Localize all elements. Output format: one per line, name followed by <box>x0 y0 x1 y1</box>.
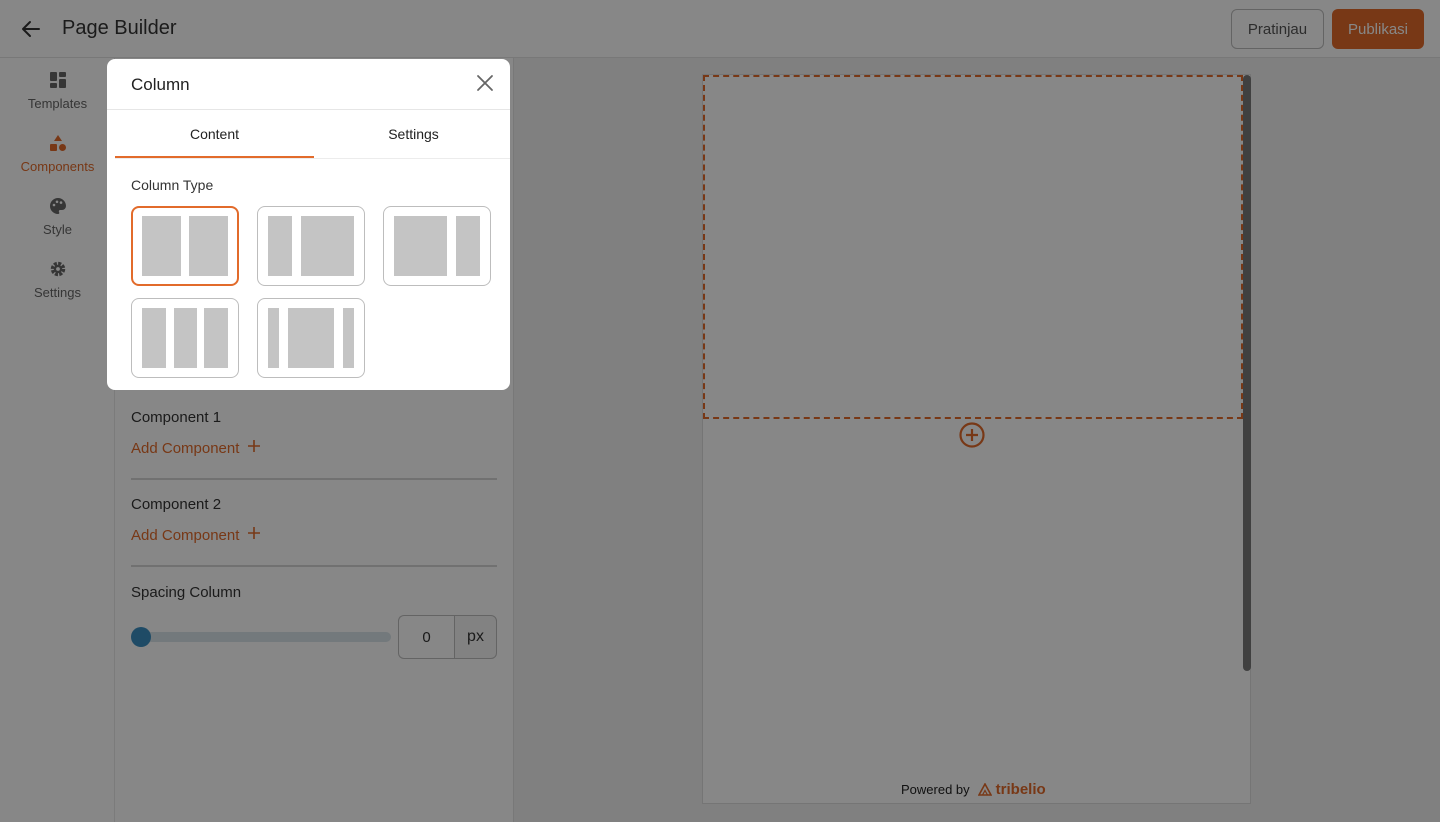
layout-option-wide-narrow[interactable] <box>383 206 491 286</box>
column-block <box>189 216 228 276</box>
column-modal: Column Content Settings Column Type <box>107 59 510 390</box>
column-block <box>142 308 166 368</box>
layout-option-three-equal[interactable] <box>131 298 239 378</box>
column-block <box>456 216 480 276</box>
close-icon[interactable] <box>473 71 497 95</box>
layout-option-narrow-wide[interactable] <box>257 206 365 286</box>
layout-option-two-equal[interactable] <box>131 206 239 286</box>
tab-content[interactable]: Content <box>115 110 314 158</box>
layout-option-narrow-wide-narrow[interactable] <box>257 298 365 378</box>
tab-settings[interactable]: Settings <box>314 110 513 158</box>
column-block <box>174 308 197 368</box>
modal-title: Column <box>131 75 190 94</box>
column-block <box>268 308 279 368</box>
column-block <box>142 216 181 276</box>
column-block <box>204 308 228 368</box>
tabs-divider <box>115 158 510 159</box>
column-block <box>394 216 447 276</box>
column-block <box>301 216 354 276</box>
column-block <box>343 308 354 368</box>
column-type-label: Column Type <box>131 177 214 193</box>
column-block <box>288 308 334 368</box>
column-block <box>268 216 292 276</box>
